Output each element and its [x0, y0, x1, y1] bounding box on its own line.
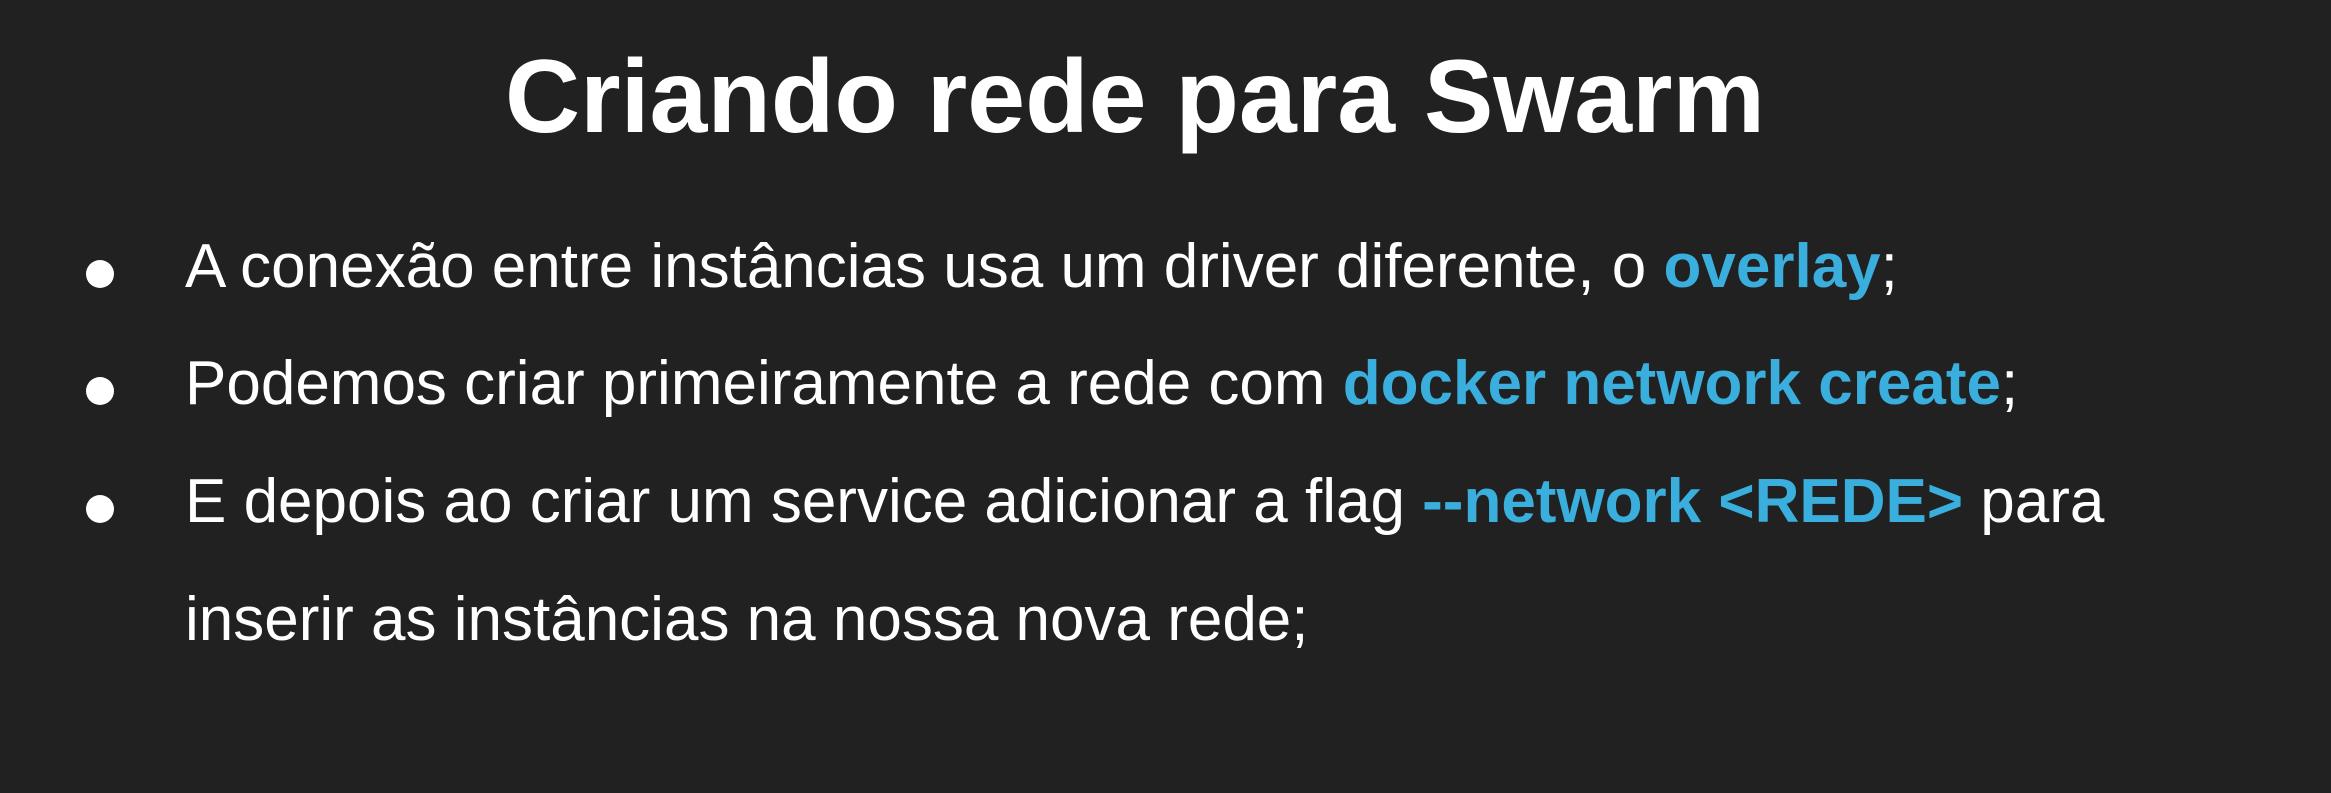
bullet-text: Podemos criar primeiramente a rede com d… [185, 347, 2018, 421]
bullet-text: E depois ao criar um service adicionar a… [185, 465, 2104, 539]
bullet-text-plain: E depois ao criar um service adicionar a… [185, 467, 1423, 536]
bullet-dot-icon [86, 495, 114, 523]
bullet-text-highlight: --network <REDE> [1422, 467, 1964, 536]
bullet-text-plain: Podemos criar primeiramente a rede com [185, 349, 1343, 418]
bullet-text-highlight: docker network create [1342, 349, 2001, 418]
bullet-dot-icon [86, 260, 114, 288]
bullet-text-end: ; [2000, 349, 2019, 418]
bullet-text-end: ; [1880, 232, 1898, 301]
bullet-list: A conexão entre instâncias usa um driver… [0, 0, 2331, 793]
bullet-text: A conexão entre instâncias usa um driver… [185, 230, 1898, 304]
bullet-text-end: para [1963, 467, 2105, 536]
bullet-dot-icon [86, 377, 114, 405]
bullet-text-continuation: inserir as instâncias na nossa nova rede… [185, 585, 1309, 654]
slide: Criando rede para Swarm A conexão entre … [0, 0, 2331, 793]
bullet-text-highlight: overlay [1663, 232, 1881, 301]
bullet-text-plain: A conexão entre instâncias usa um driver… [185, 232, 1664, 301]
